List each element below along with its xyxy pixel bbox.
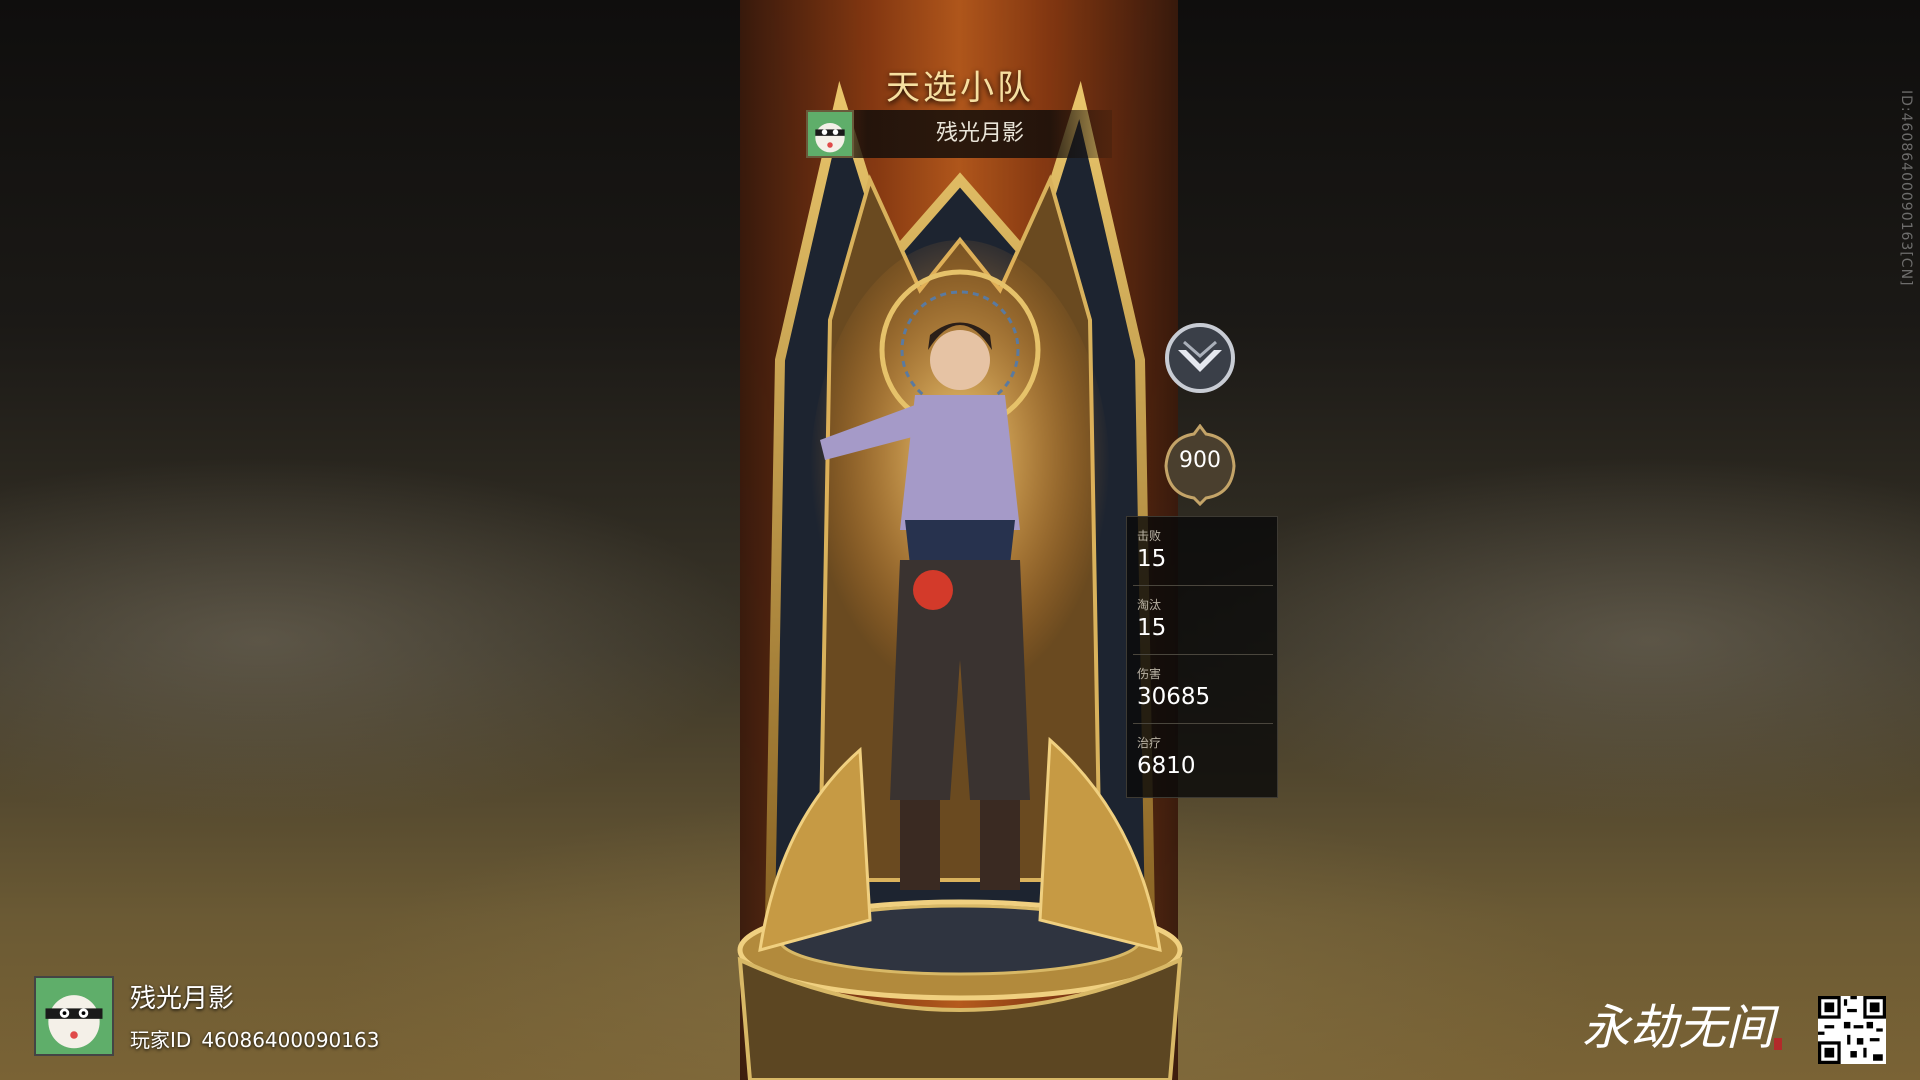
game-logo: 永劫无间	[1582, 1000, 1782, 1056]
player-id-row: 玩家ID 46086400090163	[130, 1024, 389, 1053]
divider	[1133, 723, 1273, 724]
player-avatar-small	[806, 110, 854, 158]
stat-heal: 治疗 6810	[1137, 734, 1269, 779]
stat-value: 15	[1137, 615, 1167, 641]
score-value: 900	[1179, 448, 1221, 473]
player-id-label: 玩家ID	[130, 1028, 192, 1052]
stat-eliminate: 淘汰 15	[1137, 596, 1269, 641]
stat-label: 击败	[1137, 529, 1162, 543]
player-name-label: 残光月影	[935, 121, 1024, 146]
svg-text:永劫无间: 永劫无间	[1582, 1000, 1780, 1056]
divider	[1133, 585, 1273, 586]
stat-label: 伤害	[1137, 667, 1162, 681]
stat-value: 6810	[1137, 753, 1196, 779]
player-name: 残光月影	[130, 984, 235, 1014]
team-title: 天选小队	[886, 68, 1034, 108]
qr-code[interactable]	[1818, 996, 1886, 1064]
stat-value: 15	[1137, 546, 1167, 572]
stat-value: 30685	[1137, 684, 1211, 710]
stats-panel: 击败 15 淘汰 15 伤害 30685 治疗 6810	[1126, 516, 1278, 798]
divider	[1133, 654, 1273, 655]
stat-defeat: 击败 15	[1137, 527, 1269, 572]
watermark-id: ID:46086400090163[CN]	[1898, 90, 1914, 287]
stat-damage: 伤害 30685	[1137, 665, 1269, 710]
stat-label: 治疗	[1137, 736, 1162, 750]
wing-chevron-rank-icon	[1165, 323, 1235, 393]
player-id-value: 46086400090163	[201, 1028, 380, 1052]
player-avatar	[34, 976, 114, 1056]
stat-label: 淘汰	[1137, 598, 1162, 612]
